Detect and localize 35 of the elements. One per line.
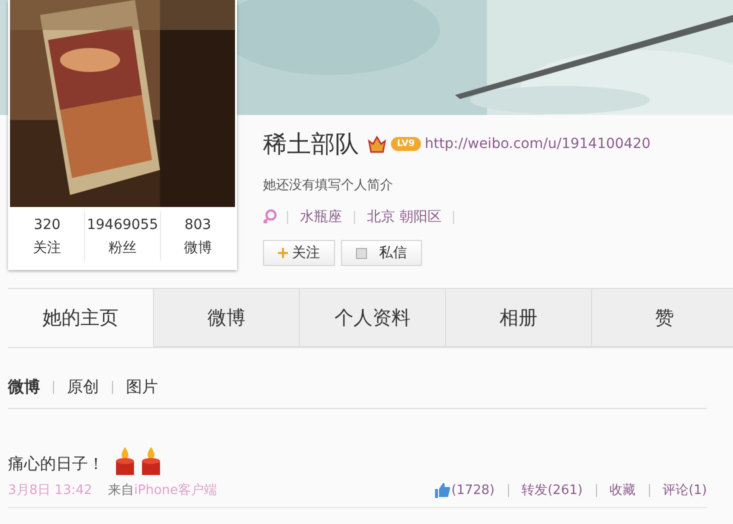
female-icon [263, 209, 277, 225]
profile-tag[interactable]: 水瓶座 [298, 208, 344, 226]
feed-filter[interactable]: 图片 [126, 376, 158, 398]
checkbox-icon [356, 248, 367, 258]
profile-tab[interactable]: 个人资料 [300, 288, 446, 347]
follow-button[interactable]: 关注 [263, 240, 335, 266]
thumbs-up-icon [434, 482, 450, 498]
stat-label[interactable]: 关注 [33, 239, 62, 257]
user-name: 稀土部队 [263, 129, 359, 160]
profile-tab[interactable]: 微博 [154, 288, 300, 347]
comment-link[interactable]: 评论(1) [662, 481, 707, 499]
favorite-link[interactable]: 收藏 [610, 481, 636, 499]
plus-icon [278, 248, 288, 258]
feed-filter[interactable]: 原创 [67, 376, 99, 398]
profile-tab[interactable]: 她的主页 [8, 288, 154, 347]
candle-icon [140, 447, 162, 475]
message-button[interactable]: 私信 [341, 240, 422, 266]
post-text: 痛心的日子！ [8, 454, 104, 475]
source-prefix: 来自 [108, 482, 134, 499]
stat-count[interactable]: 19469055 [86, 217, 158, 233]
profile-link[interactable]: http://weibo.com/u/1914100420 [424, 136, 651, 152]
repost-link[interactable]: 转发(261) [522, 481, 583, 499]
stat-count[interactable]: 803 [184, 217, 212, 233]
candle-icon [114, 447, 136, 475]
profile-tag[interactable]: 北京 朝阳区 [365, 208, 444, 226]
profile-bio: 她还没有填写个人简介 [263, 177, 394, 194]
like-link[interactable]: (1728) [451, 482, 495, 498]
profile-tab[interactable]: 赞 [592, 288, 733, 347]
stat-label[interactable]: 粉丝 [108, 239, 136, 257]
stat-label[interactable]: 微博 [184, 239, 212, 257]
profile-tab[interactable]: 相册 [446, 288, 592, 347]
level-badge: LV9 [391, 137, 421, 151]
crown-icon [367, 136, 387, 152]
stat-count[interactable]: 320 [34, 217, 61, 233]
feed-filter[interactable]: 微博 [8, 376, 40, 398]
